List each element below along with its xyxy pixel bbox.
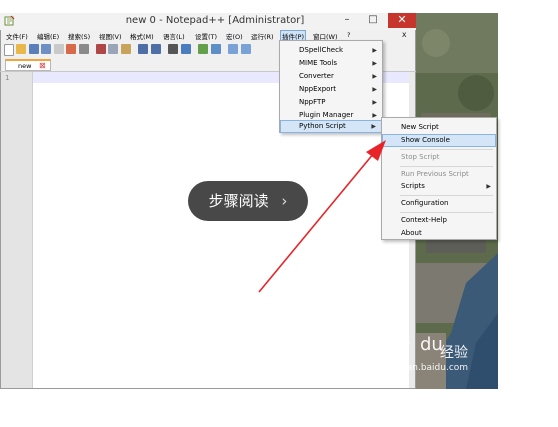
steps-reading-label: 步骤阅读 <box>208 192 269 210</box>
baidu-watermark: Bai du 经验 jingyan.baidu.com <box>376 330 486 380</box>
chevron-right-icon: › <box>281 192 288 210</box>
steps-reading-button[interactable]: 步骤阅读 › <box>188 181 308 221</box>
watermark-url: jingyan.baidu.com <box>385 363 469 373</box>
watermark-text: 经验 <box>440 345 468 361</box>
watermark-logo: Bai <box>376 338 410 362</box>
